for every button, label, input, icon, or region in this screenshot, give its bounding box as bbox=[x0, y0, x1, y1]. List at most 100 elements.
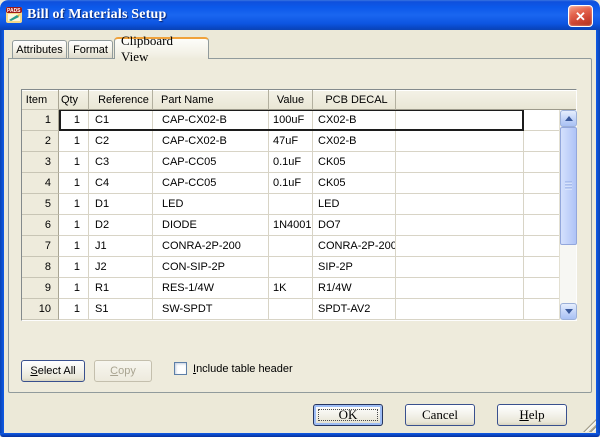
titlebar[interactable]: PADS Bill of Materials Setup ✕ bbox=[0, 0, 600, 30]
cell-qty[interactable]: 1 bbox=[59, 215, 89, 236]
help-button[interactable]: Help bbox=[497, 404, 567, 426]
include-table-header-option[interactable]: Include table header bbox=[174, 362, 293, 375]
cell-filler[interactable] bbox=[396, 131, 524, 152]
cell-reference[interactable]: C4 bbox=[89, 173, 153, 194]
cell-filler[interactable] bbox=[396, 194, 524, 215]
cell-item[interactable]: 5 bbox=[22, 194, 59, 215]
cell-item[interactable]: 2 bbox=[22, 131, 59, 152]
cell-reference[interactable]: J2 bbox=[89, 257, 153, 278]
table-row[interactable]: 41C4CAP-CC050.1uFCK05 bbox=[22, 173, 576, 194]
column-header-qty[interactable]: Qty bbox=[59, 90, 89, 110]
table-row[interactable]: 91R1RES-1/4W1KR1/4W bbox=[22, 278, 576, 299]
cell-reference[interactable]: D2 bbox=[89, 215, 153, 236]
cell-value[interactable]: 1N4001 bbox=[269, 215, 313, 236]
cell-pcb-decal[interactable]: CK05 bbox=[313, 173, 396, 194]
table-row[interactable]: 11C1CAP-CX02-B100uFCX02-B bbox=[22, 110, 576, 131]
tab-format[interactable]: Format bbox=[68, 40, 113, 58]
cell-value[interactable] bbox=[269, 236, 313, 257]
vertical-scrollbar[interactable] bbox=[559, 110, 576, 320]
copy-button[interactable]: Copy bbox=[94, 360, 152, 382]
cell-filler[interactable] bbox=[396, 110, 524, 131]
cell-qty[interactable]: 1 bbox=[59, 152, 89, 173]
cell-qty[interactable]: 1 bbox=[59, 257, 89, 278]
cancel-button[interactable]: Cancel bbox=[405, 404, 475, 426]
cell-value[interactable] bbox=[269, 194, 313, 215]
table-row[interactable]: 21C2CAP-CX02-B47uFCX02-B bbox=[22, 131, 576, 152]
column-header-value[interactable]: Value bbox=[269, 90, 313, 110]
scrollbar-thumb[interactable] bbox=[560, 127, 577, 245]
cell-value[interactable] bbox=[269, 299, 313, 320]
cell-filler[interactable] bbox=[396, 299, 524, 320]
cell-qty[interactable]: 1 bbox=[59, 194, 89, 215]
cell-filler[interactable] bbox=[396, 236, 524, 257]
scrollbar-down-button[interactable] bbox=[560, 303, 577, 320]
cell-item[interactable]: 9 bbox=[22, 278, 59, 299]
cell-part-name[interactable]: CON-SIP-2P bbox=[153, 257, 269, 278]
cell-value[interactable]: 100uF bbox=[269, 110, 313, 131]
cell-item[interactable]: 8 bbox=[22, 257, 59, 278]
cell-pcb-decal[interactable]: CK05 bbox=[313, 152, 396, 173]
table-row[interactable]: 71J1CONRA-2P-200CONRA-2P-200 bbox=[22, 236, 576, 257]
column-header-pcb-decal[interactable]: PCB DECAL bbox=[313, 90, 396, 110]
cell-item[interactable]: 6 bbox=[22, 215, 59, 236]
column-header-part-name[interactable]: Part Name bbox=[153, 90, 269, 110]
cell-value[interactable]: 1K bbox=[269, 278, 313, 299]
cell-qty[interactable]: 1 bbox=[59, 278, 89, 299]
cell-filler[interactable] bbox=[396, 278, 524, 299]
cell-item[interactable]: 10 bbox=[22, 299, 59, 320]
cell-reference[interactable]: R1 bbox=[89, 278, 153, 299]
cell-filler[interactable] bbox=[396, 215, 524, 236]
cell-reference[interactable]: C1 bbox=[89, 110, 153, 131]
cell-value[interactable]: 0.1uF bbox=[269, 173, 313, 194]
cell-reference[interactable]: J1 bbox=[89, 236, 153, 257]
cell-part-name[interactable]: DIODE bbox=[153, 215, 269, 236]
cell-part-name[interactable]: CAP-CX02-B bbox=[153, 131, 269, 152]
cell-reference[interactable]: C3 bbox=[89, 152, 153, 173]
cell-pcb-decal[interactable]: CX02-B bbox=[313, 131, 396, 152]
cell-reference[interactable]: S1 bbox=[89, 299, 153, 320]
tab-attributes[interactable]: Attributes bbox=[12, 40, 67, 58]
cell-pcb-decal[interactable]: SPDT-AV2 bbox=[313, 299, 396, 320]
column-header-reference[interactable]: Reference bbox=[89, 90, 153, 110]
cell-part-name[interactable]: CONRA-2P-200 bbox=[153, 236, 269, 257]
close-button[interactable]: ✕ bbox=[568, 5, 593, 27]
select-all-button[interactable]: Select All bbox=[21, 360, 85, 382]
cell-part-name[interactable]: CAP-CX02-B bbox=[153, 110, 269, 131]
cell-pcb-decal[interactable]: DO7 bbox=[313, 215, 396, 236]
cell-part-name[interactable]: SW-SPDT bbox=[153, 299, 269, 320]
table-row[interactable]: 101S1SW-SPDT SPDT-AV2 bbox=[22, 299, 576, 320]
cell-filler[interactable] bbox=[396, 173, 524, 194]
table-row[interactable]: 61D2DIODE1N4001DO7 bbox=[22, 215, 576, 236]
cell-qty[interactable]: 1 bbox=[59, 299, 89, 320]
cell-item[interactable]: 1 bbox=[22, 110, 59, 131]
table-row[interactable]: 51D1LEDLED bbox=[22, 194, 576, 215]
cell-pcb-decal[interactable]: CONRA-2P-200 bbox=[313, 236, 396, 257]
resize-grip[interactable] bbox=[583, 419, 596, 432]
cell-filler[interactable] bbox=[396, 152, 524, 173]
cell-part-name[interactable]: LED bbox=[153, 194, 269, 215]
tab-clipboard-view[interactable]: Clipboard View bbox=[114, 37, 209, 59]
cell-filler[interactable] bbox=[396, 257, 524, 278]
cell-pcb-decal[interactable]: LED bbox=[313, 194, 396, 215]
cell-pcb-decal[interactable]: R1/4W bbox=[313, 278, 396, 299]
column-header-item[interactable]: Item bbox=[22, 90, 59, 110]
cell-qty[interactable]: 1 bbox=[59, 131, 89, 152]
cell-item[interactable]: 7 bbox=[22, 236, 59, 257]
table-row[interactable]: 31C3CAP-CC050.1uFCK05 bbox=[22, 152, 576, 173]
cell-item[interactable]: 4 bbox=[22, 173, 59, 194]
cell-qty[interactable]: 1 bbox=[59, 236, 89, 257]
cell-part-name[interactable]: CAP-CC05 bbox=[153, 152, 269, 173]
cell-pcb-decal[interactable]: CX02-B bbox=[313, 110, 396, 131]
cell-pcb-decal[interactable]: SIP-2P bbox=[313, 257, 396, 278]
cell-value[interactable]: 0.1uF bbox=[269, 152, 313, 173]
cell-qty[interactable]: 1 bbox=[59, 173, 89, 194]
cell-qty[interactable]: 1 bbox=[59, 110, 89, 131]
cell-part-name[interactable]: CAP-CC05 bbox=[153, 173, 269, 194]
cell-value[interactable] bbox=[269, 257, 313, 278]
cell-reference[interactable]: C2 bbox=[89, 131, 153, 152]
include-table-header-checkbox[interactable] bbox=[174, 362, 187, 375]
table-row[interactable]: 81J2CON-SIP-2P SIP-2P bbox=[22, 257, 576, 278]
scrollbar-up-button[interactable] bbox=[560, 110, 577, 127]
cell-item[interactable]: 3 bbox=[22, 152, 59, 173]
cell-value[interactable]: 47uF bbox=[269, 131, 313, 152]
